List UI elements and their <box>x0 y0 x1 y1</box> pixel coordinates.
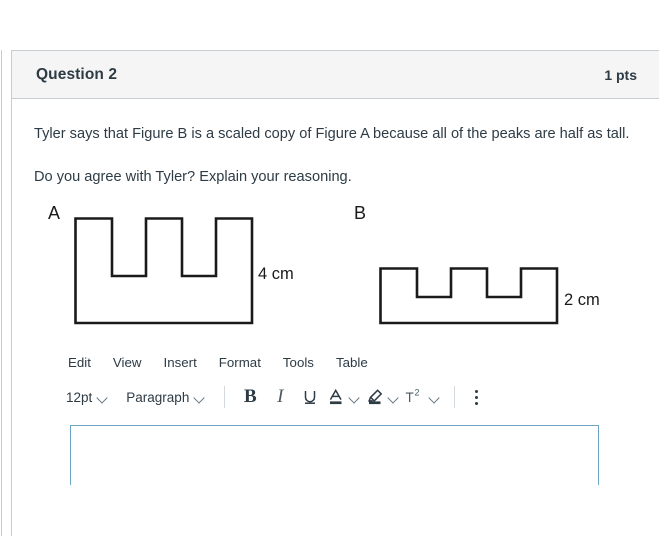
bold-button[interactable]: B <box>235 382 265 412</box>
font-size-value: 12pt <box>66 389 93 405</box>
toolbar-divider <box>224 386 226 408</box>
chevron-down-icon[interactable] <box>350 394 360 400</box>
chevron-down-icon[interactable] <box>389 394 399 400</box>
figure-a-label: A <box>48 203 61 223</box>
superscript-icon: T 2 <box>406 388 420 405</box>
chevron-down-icon[interactable] <box>430 394 440 400</box>
figure-a-shape <box>74 217 254 325</box>
menu-item-edit[interactable]: Edit <box>57 351 102 374</box>
question-card: Question 2 1 pts Tyler says that Figure … <box>11 50 659 536</box>
menu-item-format[interactable]: Format <box>208 351 272 374</box>
underline-button[interactable] <box>295 382 325 412</box>
figures-illustration: A 4 cm B 2 cm <box>34 203 635 341</box>
figure-a-dimension-label: 4 cm <box>258 265 294 283</box>
highlighter-icon <box>368 389 383 405</box>
question-points: 1 pts <box>604 66 637 83</box>
svg-text:T: T <box>406 390 414 405</box>
more-options-button[interactable] <box>465 389 488 405</box>
rich-text-editor: Edit View Insert Format Tools Table 12pt… <box>34 347 635 485</box>
question-text-paragraph-1: Tyler says that Figure B is a scaled cop… <box>34 126 630 142</box>
font-size-select[interactable]: 12pt <box>57 385 117 410</box>
left-edge-rail <box>1 50 2 536</box>
dot <box>475 395 479 399</box>
editor-toolbar: 12pt Paragraph B I T 2 <box>52 377 617 417</box>
editor-menubar: Edit View Insert Format Tools Table <box>52 347 617 377</box>
menu-item-insert[interactable]: Insert <box>153 351 208 374</box>
question-body: Tyler says that Figure B is a scaled cop… <box>12 99 659 485</box>
answer-textarea[interactable] <box>70 425 599 485</box>
menu-item-view[interactable]: View <box>102 351 153 374</box>
question-header: Question 2 1 pts <box>12 51 659 99</box>
block-format-select[interactable]: Paragraph <box>117 385 214 410</box>
menu-item-table[interactable]: Table <box>325 351 379 374</box>
text-color-icon <box>330 388 342 405</box>
svg-text:2: 2 <box>415 388 420 398</box>
block-format-value: Paragraph <box>126 389 190 405</box>
chevron-down-icon <box>98 394 108 400</box>
chevron-down-icon <box>195 394 205 400</box>
question-text-paragraph-2: Do you agree with Tyler? Explain your re… <box>34 169 352 185</box>
figure-b-label: B <box>354 203 367 223</box>
underline-icon <box>305 391 316 404</box>
toolbar-divider <box>454 386 456 408</box>
highlight-color-control[interactable] <box>364 388 403 406</box>
italic-button[interactable]: I <box>265 382 295 412</box>
page-title: Question 2 <box>36 65 118 83</box>
figure-b-dimension-label: 2 cm <box>564 291 600 309</box>
dot <box>475 389 479 393</box>
figure-b-shape <box>379 267 559 325</box>
menu-item-tools[interactable]: Tools <box>272 351 325 374</box>
dot <box>475 401 479 405</box>
superscript-control[interactable]: T 2 <box>403 388 444 406</box>
text-color-control[interactable] <box>325 388 364 406</box>
